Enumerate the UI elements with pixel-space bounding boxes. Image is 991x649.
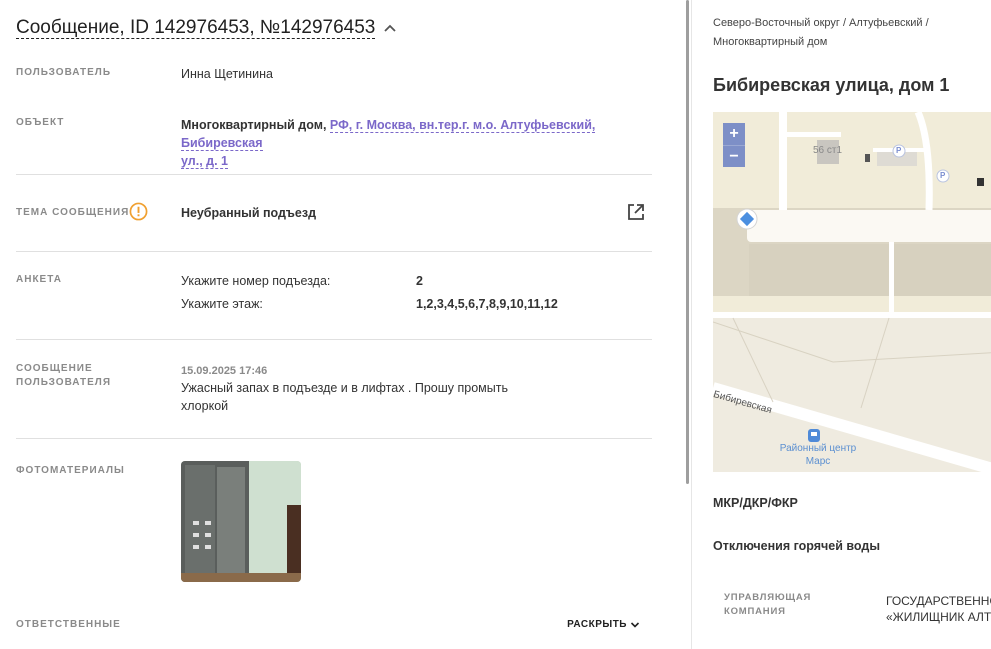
breadcrumb-line-1[interactable]: Северо-Восточный округ / Алтуфьевский / (713, 17, 929, 29)
divider (16, 438, 652, 439)
survey-question-1: Укажите номер подъезда: (181, 274, 331, 288)
map-poi-line-1: Районный центр (779, 443, 857, 454)
survey-question-2: Укажите этаж: (181, 297, 263, 311)
open-external-icon[interactable] (626, 202, 646, 222)
message-label-1: СООБЩЕНИЕ (16, 363, 93, 374)
map-poi-label: Районный центр Марс (773, 442, 863, 468)
message-text-1: Ужасный запах в подъезде и в лифтах . Пр… (181, 381, 508, 395)
survey-answer-2: 1,2,3,4,5,6,7,8,9,10,11,12 (416, 297, 558, 311)
user-section: ПОЛЬЗОВАТЕЛЬ Инна Щетинина (16, 66, 652, 86)
management-label: УПРАВЛЯЮЩАЯ КОМПАНИЯ (724, 591, 834, 619)
page-title[interactable]: Сообщение, ID 142976453, №142976453 (16, 18, 376, 39)
topic-section: ТЕМА СООБЩЕНИЯ Неубранный подъезд (16, 202, 652, 224)
object-section: ОБЪЕКТ Многоквартирный дом, РФ, г. Москв… (16, 116, 652, 169)
survey-label: АНКЕТА (16, 274, 62, 285)
object-label: ОБЪЕКТ (16, 117, 65, 128)
topic-value: Неубранный подъезд (181, 206, 317, 220)
breadcrumb: Северо-Восточный округ / Алтуфьевский / … (713, 14, 973, 52)
breadcrumb-line-2[interactable]: Многоквартирный дом (713, 36, 827, 48)
object-address-title: Бибиревская улица, дом 1 (713, 75, 950, 95)
object-address-link-2[interactable]: ул., д. 1 (181, 154, 228, 169)
responsible-label: ОТВЕТСТВЕННЫЕ (16, 619, 121, 630)
management-value: ГОСУДАРСТВЕННО «ЖИЛИЩНИК АЛТ (886, 593, 991, 625)
map-building-label: 56 ст1 (813, 145, 843, 156)
object-info-panel: Северо-Восточный округ / Алтуфьевский / … (713, 0, 991, 649)
message-datetime: 15.09.2025 17:46 (181, 365, 268, 377)
message-panel: Сообщение, ID 142976453, №142976453 ПОЛЬ… (0, 0, 680, 649)
title-row: Сообщение, ID 142976453, №142976453 (16, 18, 397, 39)
zoom-out-button[interactable]: − (723, 145, 745, 167)
survey-answer-1: 2 (416, 274, 423, 288)
parking-icon: P (940, 171, 946, 180)
management-label-2: КОМПАНИЯ (724, 606, 786, 617)
message-text-2: хлоркой (181, 399, 229, 413)
message-section: СООБЩЕНИЕ ПОЛЬЗОВАТЕЛЯ 15.09.2025 17:46 … (16, 362, 652, 420)
map-image (713, 112, 991, 472)
survey-section: АНКЕТА Укажите номер подъезда: 2 Укажите… (16, 273, 652, 321)
management-label-1: УПРАВЛЯЮЩАЯ (724, 592, 812, 603)
user-label: ПОЛЬЗОВАТЕЛЬ (16, 67, 112, 78)
message-label-2: ПОЛЬЗОВАТЕЛЯ (16, 377, 112, 388)
photos-label: ФОТОМАТЕРИАЛЫ (16, 465, 125, 476)
topic-label: ТЕМА СООБЩЕНИЯ (16, 207, 130, 218)
photo-image (181, 461, 301, 582)
responsible-section: ОТВЕТСТВЕННЫЕ РАСКРЫТЬ (16, 618, 652, 636)
divider (16, 174, 652, 175)
photos-section: ФОТОМАТЕРИАЛЫ (16, 461, 652, 583)
photo-thumbnail[interactable] (181, 461, 301, 582)
expand-button[interactable]: РАСКРЫТЬ (567, 619, 640, 630)
divider (16, 339, 652, 340)
map[interactable]: + − 56 ст1 P P Бибиревская Районный цент… (713, 112, 991, 472)
map-poi-line-2: Марс (805, 456, 831, 467)
management-value-1: ГОСУДАРСТВЕННО (886, 594, 991, 608)
chevron-up-icon[interactable] (383, 22, 397, 36)
object-value: Многоквартирный дом, РФ, г. Москва, вн.т… (181, 116, 661, 170)
warning-icon (129, 202, 148, 221)
hot-water-link[interactable]: Отключения горячей воды (713, 539, 880, 553)
zoom-in-button[interactable]: + (723, 123, 745, 145)
parking-icon: P (896, 146, 902, 155)
programs-link[interactable]: МКР/ДКР/ФКР (713, 496, 798, 510)
panel-separator (691, 0, 692, 649)
user-value: Инна Щетинина (181, 67, 273, 81)
chevron-down-icon (630, 621, 640, 628)
management-value-2: «ЖИЛИЩНИК АЛТ (886, 610, 991, 624)
scrollbar[interactable] (686, 0, 689, 484)
expand-label: РАСКРЫТЬ (567, 619, 627, 630)
divider (16, 251, 652, 252)
object-type: Многоквартирный дом, (181, 118, 327, 132)
